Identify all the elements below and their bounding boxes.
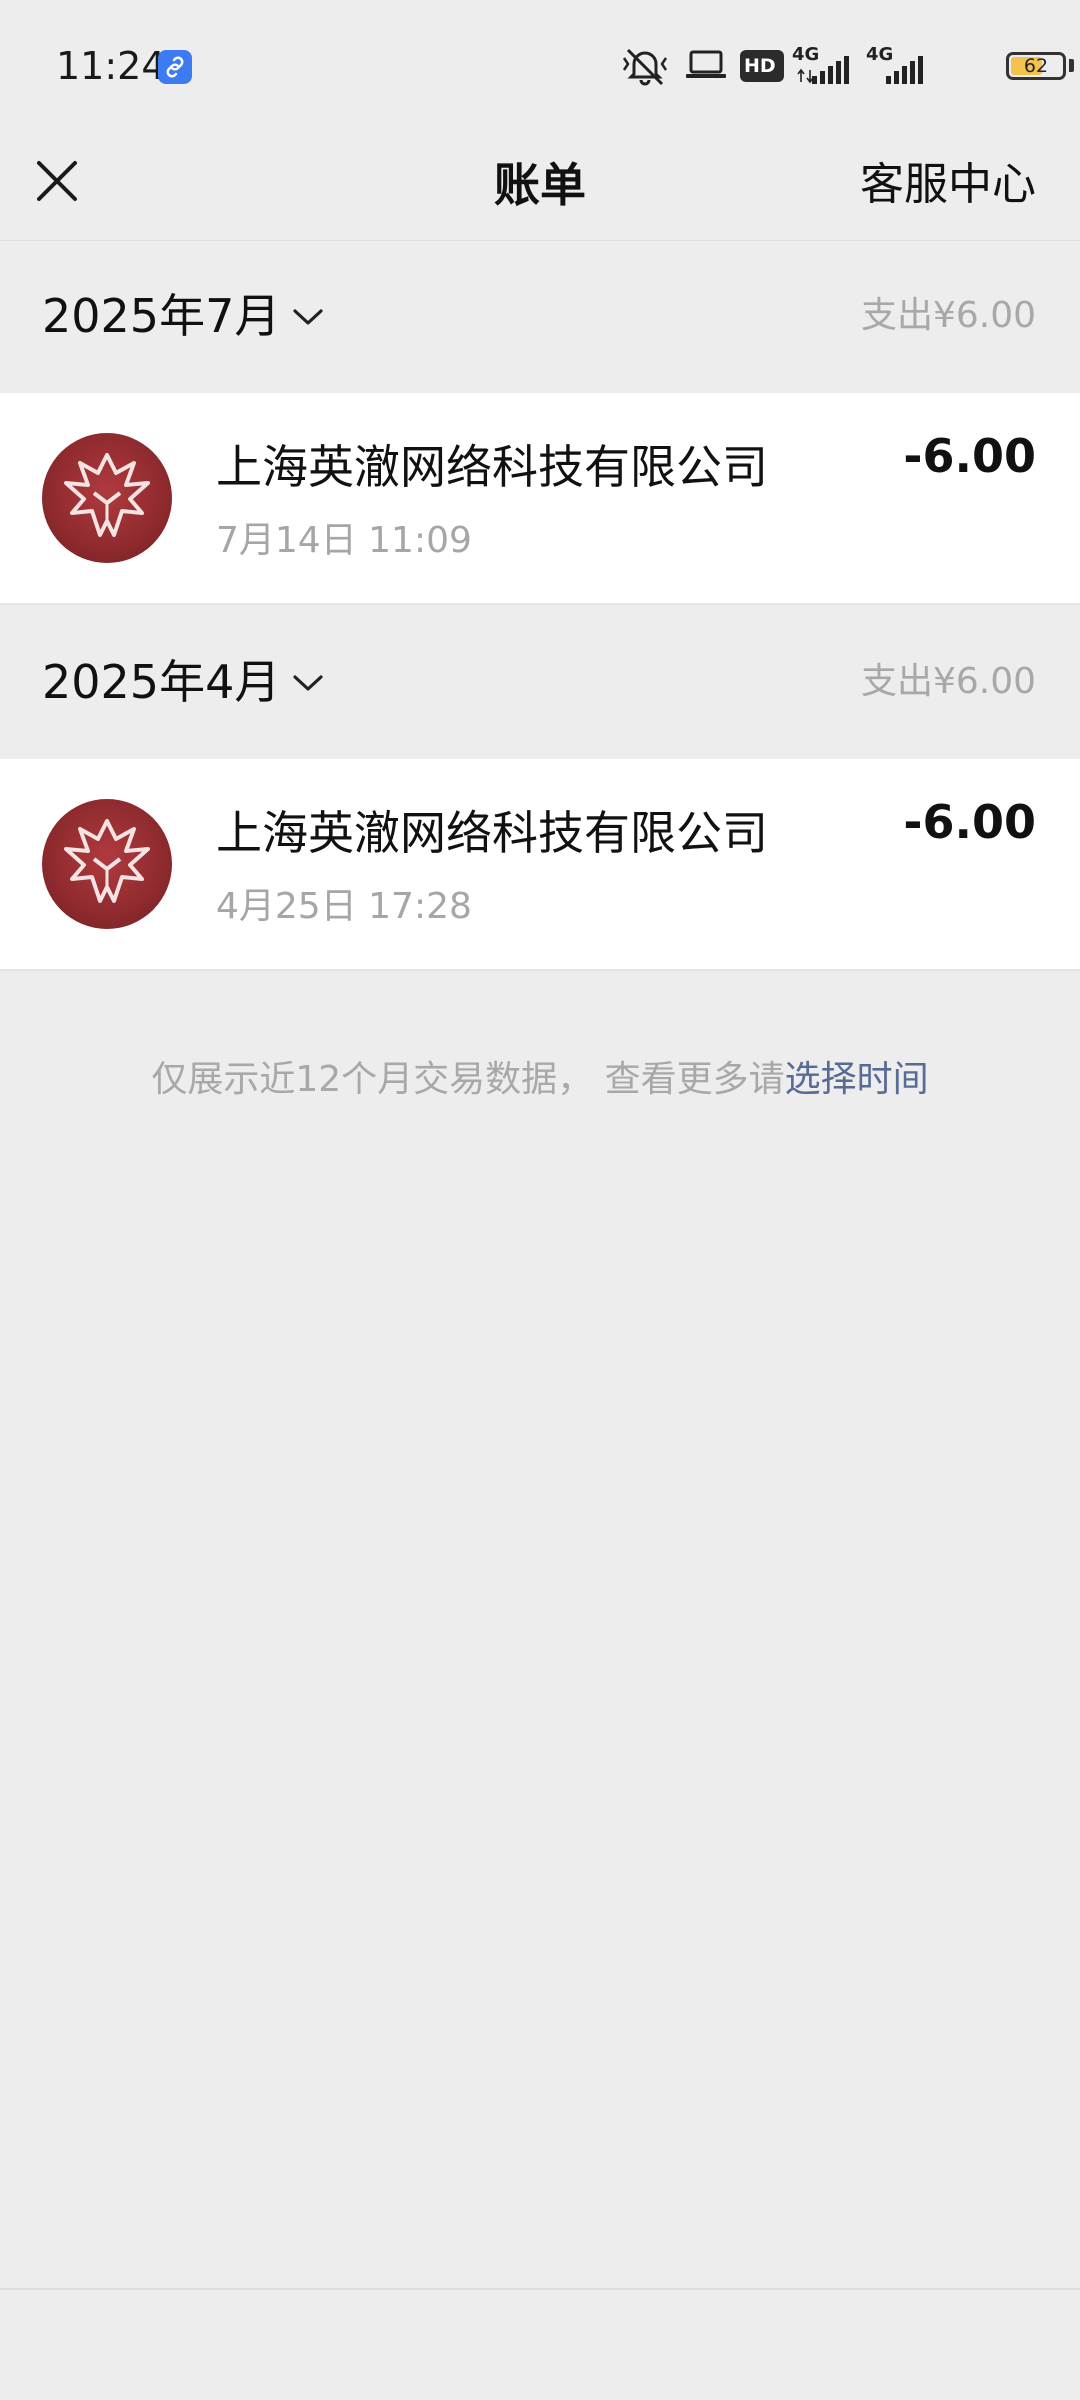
signal-icon: [886, 56, 923, 84]
chevron-down-icon: [293, 308, 323, 325]
chevron-down-icon: [293, 674, 323, 691]
hd-badge: HD: [740, 50, 784, 82]
row-divider: [0, 969, 1080, 971]
month-label: 2025年7月: [42, 289, 281, 343]
mute-bell-icon: [622, 48, 668, 86]
status-bar: 11:24 HD 4G 4G 62: [0, 0, 1080, 130]
select-time-link[interactable]: 选择时间: [785, 1059, 929, 1100]
transaction-amount: -6.00: [903, 429, 1036, 483]
month-expense-summary: 支出¥6.00: [860, 295, 1036, 336]
status-icons: HD 4G 4G 62: [620, 44, 1080, 88]
month-expense-summary: 支出¥6.00: [860, 661, 1036, 702]
bill-page: 11:24 HD 4G 4G 62 账单 客服中心 2025年7月 支出¥6.0…: [0, 0, 1080, 2400]
transaction-amount: -6.00: [903, 795, 1036, 849]
transaction-row[interactable]: 上海英澈网络科技有限公司 4月25日 17:28 -6.00: [0, 759, 1080, 971]
merchant-avatar: [42, 799, 172, 929]
dragon-logo-icon: [64, 453, 150, 537]
merchant-name: 上海英澈网络科技有限公司: [216, 806, 768, 860]
month-header: 2025年4月 支出¥6.00: [0, 607, 1080, 757]
signal-icon: [797, 56, 849, 84]
laptop-icon: [686, 50, 726, 78]
battery-cap: [1069, 59, 1074, 72]
month-selector[interactable]: 2025年4月: [42, 607, 324, 757]
merchant-avatar: [42, 433, 172, 563]
transaction-row[interactable]: 上海英澈网络科技有限公司 7月14日 11:09 -6.00: [0, 393, 1080, 605]
service-center-button[interactable]: 客服中心: [860, 130, 1036, 240]
nav-bar: 账单 客服中心: [0, 130, 1080, 240]
month-header: 2025年7月 支出¥6.00: [0, 241, 1080, 391]
month-selector[interactable]: 2025年7月: [42, 241, 324, 391]
transaction-time: 7月14日 11:09: [216, 520, 472, 561]
battery-icon: 62: [1006, 52, 1066, 80]
month-label: 2025年4月: [42, 655, 281, 709]
row-divider: [0, 603, 1080, 605]
history-range-note: 仅展示近12个月交易数据， 查看更多请选择时间: [0, 1050, 1080, 1102]
dragon-logo-icon: [64, 819, 150, 903]
battery-level: 62: [1023, 55, 1049, 77]
history-note-text: 仅展示近12个月交易数据， 查看更多请: [151, 1059, 785, 1100]
merchant-name: 上海英澈网络科技有限公司: [216, 440, 768, 494]
link-icon: [158, 50, 192, 84]
clock: 11:24: [56, 44, 166, 88]
bottom-divider: [0, 2288, 1080, 2290]
transaction-time: 4月25日 17:28: [216, 886, 472, 927]
